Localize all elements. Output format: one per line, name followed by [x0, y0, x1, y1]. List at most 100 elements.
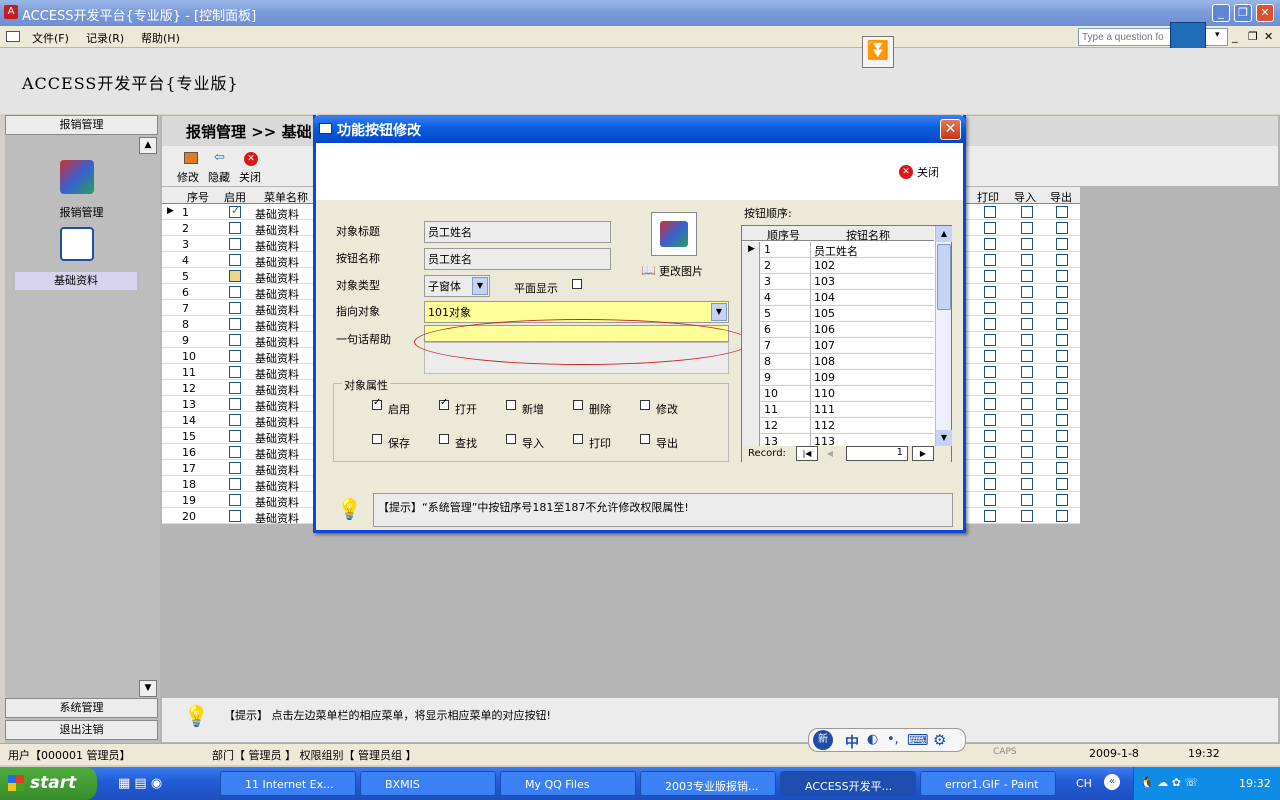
attribute-option[interactable]: 启用: [372, 397, 432, 416]
row-import-checkbox[interactable]: [1021, 462, 1033, 474]
toolbar-edit-button[interactable]: 修改: [177, 169, 199, 185]
minimize-button[interactable]: _: [1212, 4, 1230, 22]
lang-indicator[interactable]: CH: [1076, 777, 1092, 790]
row-enabled-checkbox[interactable]: [229, 478, 241, 490]
sidebar-system-manage[interactable]: 系统管理: [5, 698, 158, 718]
row-export-checkbox[interactable]: [1056, 446, 1068, 458]
button-name-field[interactable]: 员工姓名: [424, 248, 611, 270]
row-export-checkbox[interactable]: [1056, 494, 1068, 506]
row-export-checkbox[interactable]: [1056, 382, 1068, 394]
collapse-arrow-icon[interactable]: ⏬: [862, 36, 894, 68]
row-import-checkbox[interactable]: [1021, 206, 1033, 218]
row-enabled-checkbox[interactable]: [229, 510, 241, 522]
row-enabled-checkbox[interactable]: [229, 238, 241, 250]
task-paint[interactable]: error1.GIF - Paint: [920, 771, 1056, 796]
list-item[interactable]: 9 109: [742, 370, 934, 386]
row-print-checkbox[interactable]: [984, 286, 996, 298]
row-export-checkbox[interactable]: [1056, 270, 1068, 282]
ime-chinese-mode[interactable]: 中: [845, 732, 859, 752]
row-print-checkbox[interactable]: [984, 414, 996, 426]
row-import-checkbox[interactable]: [1021, 270, 1033, 282]
row-print-checkbox[interactable]: [984, 510, 996, 522]
list-item[interactable]: 1 员工姓名: [742, 242, 934, 258]
list-item[interactable]: 2 102: [742, 258, 934, 274]
row-print-checkbox[interactable]: [984, 478, 996, 490]
order-scroll-up-icon[interactable]: ▲: [936, 226, 952, 242]
row-import-checkbox[interactable]: [1021, 238, 1033, 250]
attribute-checkbox[interactable]: [372, 434, 382, 444]
row-import-checkbox[interactable]: [1021, 318, 1033, 330]
row-print-checkbox[interactable]: [984, 382, 996, 394]
row-export-checkbox[interactable]: [1056, 366, 1068, 378]
row-enabled-checkbox[interactable]: [229, 254, 241, 266]
ime-bar[interactable]: 新 中 ◐ •, ⌨ ⚙: [808, 728, 966, 752]
row-import-checkbox[interactable]: [1021, 494, 1033, 506]
row-enabled-checkbox[interactable]: [229, 222, 241, 234]
edit-icon[interactable]: [184, 152, 198, 164]
dots-icon[interactable]: [60, 227, 94, 261]
col-header-enabled[interactable]: 启用: [224, 189, 246, 205]
list-item[interactable]: 3 103: [742, 274, 934, 290]
sidebar-item-jichu[interactable]: 基础资料: [15, 272, 137, 290]
attribute-option[interactable]: 修改: [640, 399, 700, 416]
row-import-checkbox[interactable]: [1021, 334, 1033, 346]
row-export-checkbox[interactable]: [1056, 334, 1068, 346]
close-circle-icon[interactable]: ✕: [244, 152, 258, 166]
row-export-checkbox[interactable]: [1056, 254, 1068, 266]
cube-icon[interactable]: [60, 160, 94, 194]
attribute-checkbox[interactable]: [372, 397, 382, 410]
record-number-field[interactable]: 1: [846, 446, 908, 461]
row-import-checkbox[interactable]: [1021, 254, 1033, 266]
ime-logo-icon[interactable]: 新: [813, 730, 833, 750]
task-internet-explorer[interactable]: 11 Internet Ex...: [220, 771, 356, 796]
attribute-checkbox[interactable]: [506, 400, 516, 410]
order-scrollbar[interactable]: ▲ ▼: [935, 226, 952, 446]
doc-restore-button[interactable]: ❐: [1248, 30, 1258, 43]
row-export-checkbox[interactable]: [1056, 430, 1068, 442]
ime-punct-icon[interactable]: •,: [887, 732, 899, 747]
task-access[interactable]: ACCESS开发平...: [780, 771, 916, 796]
row-export-checkbox[interactable]: [1056, 462, 1068, 474]
attribute-option[interactable]: 打印: [573, 433, 633, 450]
sidebar-item-baoxiao-label[interactable]: 报销管理: [5, 204, 158, 220]
order-col-name[interactable]: 按钮名称: [846, 227, 890, 243]
question-dropdown-icon[interactable]: ▾: [1215, 30, 1220, 40]
toolbar-close-button[interactable]: 关闭: [239, 169, 261, 185]
row-export-checkbox[interactable]: [1056, 206, 1068, 218]
toolbar-hide-button[interactable]: 隐藏: [208, 169, 230, 185]
attribute-checkbox[interactable]: [640, 400, 650, 410]
col-header-print[interactable]: 打印: [977, 189, 999, 205]
tray-expand-icon[interactable]: «: [1104, 774, 1120, 790]
col-header-no[interactable]: 序号: [187, 189, 209, 205]
row-export-checkbox[interactable]: [1056, 318, 1068, 330]
row-import-checkbox[interactable]: [1021, 446, 1033, 458]
row-print-checkbox[interactable]: [984, 462, 996, 474]
list-item[interactable]: 12 112: [742, 418, 934, 434]
row-print-checkbox[interactable]: [984, 446, 996, 458]
quicklaunch-icons[interactable]: ▦ ▤ ◉: [118, 776, 162, 791]
row-print-checkbox[interactable]: [984, 350, 996, 362]
row-print-checkbox[interactable]: [984, 222, 996, 234]
attribute-option[interactable]: 保存: [372, 433, 432, 450]
row-import-checkbox[interactable]: [1021, 222, 1033, 234]
row-enabled-checkbox[interactable]: [229, 270, 241, 282]
order-col-no[interactable]: 顺序号: [767, 227, 800, 243]
attribute-checkbox[interactable]: [439, 397, 449, 410]
row-enabled-checkbox[interactable]: [229, 414, 241, 426]
sidebar-header-baoxiao[interactable]: 报销管理: [5, 115, 158, 135]
row-export-checkbox[interactable]: [1056, 414, 1068, 426]
change-picture-button[interactable]: 更改图片: [659, 263, 703, 279]
row-import-checkbox[interactable]: [1021, 302, 1033, 314]
row-export-checkbox[interactable]: [1056, 222, 1068, 234]
row-export-checkbox[interactable]: [1056, 238, 1068, 250]
start-button[interactable]: start: [0, 767, 97, 800]
row-import-checkbox[interactable]: [1021, 398, 1033, 410]
row-print-checkbox[interactable]: [984, 254, 996, 266]
dialog-close-button[interactable]: 关闭: [917, 164, 939, 180]
sidebar-scroll-down-button[interactable]: ▼: [139, 680, 157, 697]
attribute-checkbox[interactable]: [573, 434, 583, 444]
object-type-dropdown-icon[interactable]: ▼: [472, 277, 488, 295]
list-item[interactable]: 11 111: [742, 402, 934, 418]
row-enabled-checkbox[interactable]: [229, 462, 241, 474]
row-export-checkbox[interactable]: [1056, 478, 1068, 490]
